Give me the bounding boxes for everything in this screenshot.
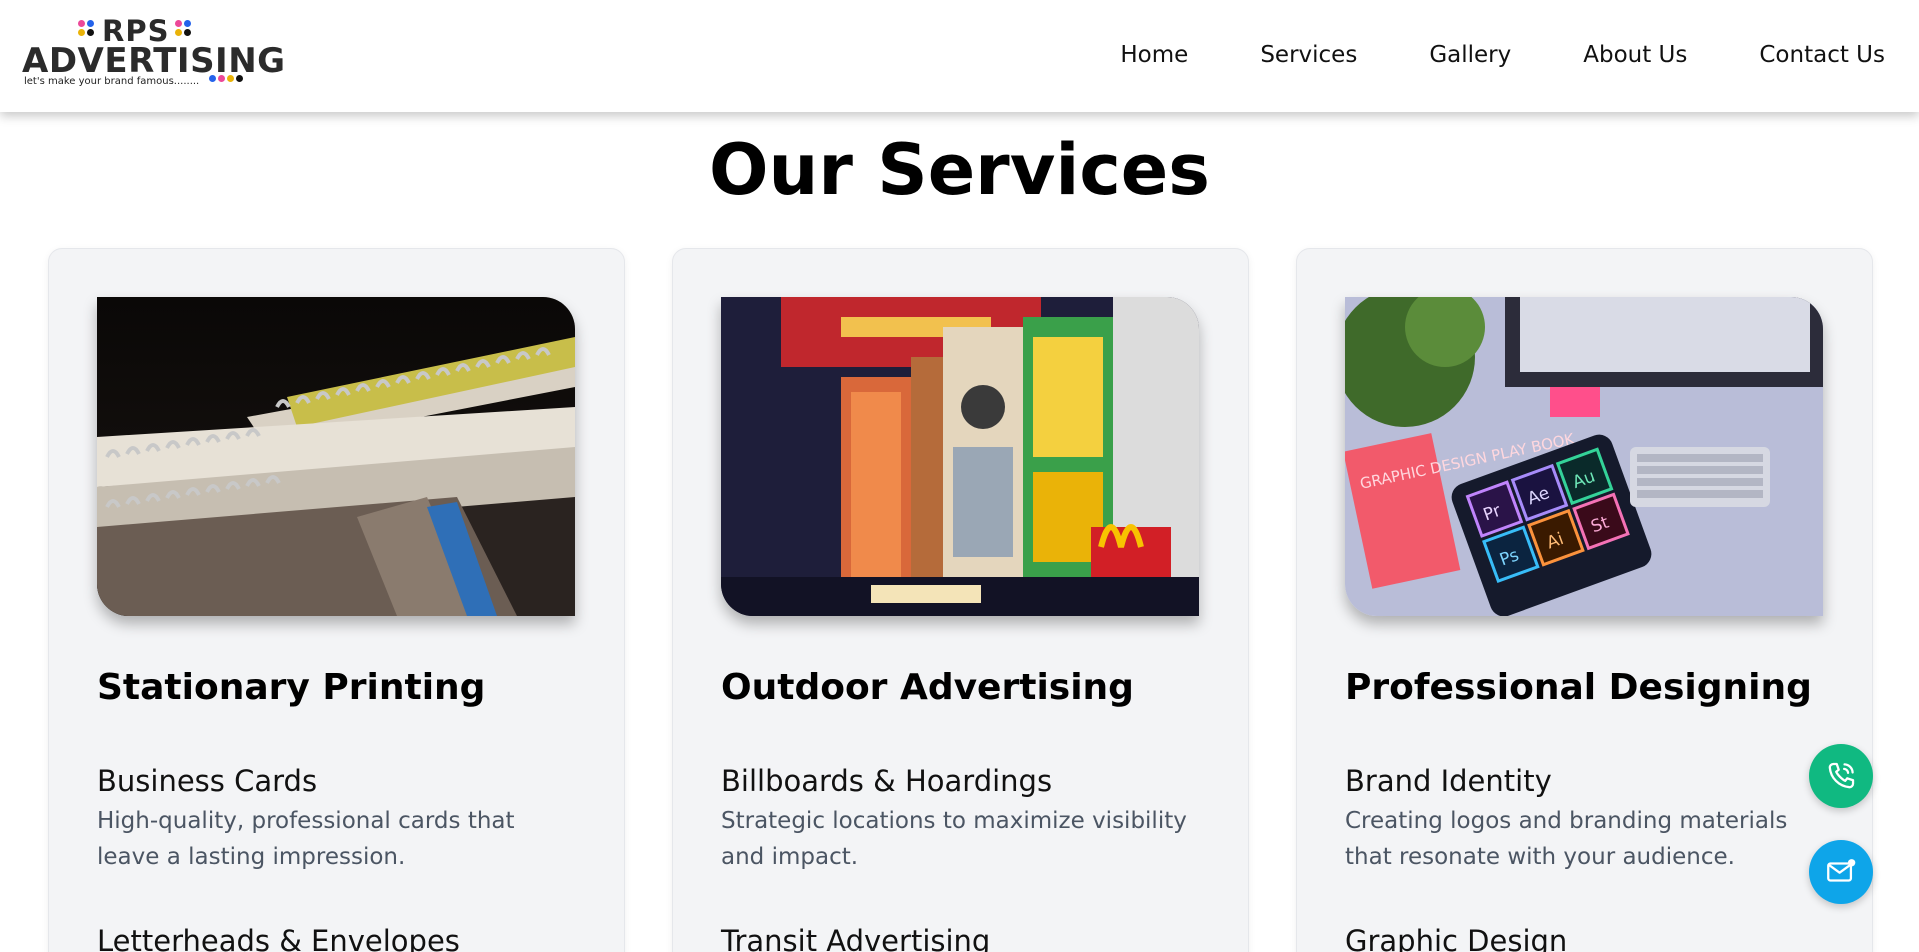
service-item-desc: Creating logos and branding materials th… [1345, 808, 1788, 870]
phone-icon [1828, 762, 1855, 789]
service-card-title: Outdoor Advertising [721, 667, 1134, 708]
service-item-desc: High-quality, professional cards that le… [97, 808, 515, 870]
service-item-title: Billboards & Hoardings [721, 764, 1053, 798]
mail-icon [1827, 859, 1856, 882]
brand-logo[interactable]: RPS ADVERTISING let's make your brand fa… [22, 16, 285, 90]
logo-dot [78, 29, 85, 36]
service-item-title: Graphic Design [1345, 924, 1568, 952]
service-card-designing: GRAPHIC DESIGN PLAY BOOK Pr Ae Au Ps Ai … [1296, 248, 1873, 952]
nav-services[interactable]: Services [1260, 40, 1357, 70]
main-nav: Home Services Gallery About Us Contact U… [1048, 40, 1885, 70]
page-title: Our Services [709, 129, 1210, 211]
logo-dot [184, 20, 191, 27]
service-item-desc: Strategic locations to maximize visibili… [721, 808, 1187, 870]
call-button[interactable] [1809, 744, 1873, 808]
service-image-notebooks [97, 297, 575, 616]
logo-dot [175, 29, 182, 36]
service-card-stationary: Stationary Printing Business Cards High-… [48, 248, 625, 952]
nav-contact-us[interactable]: Contact Us [1759, 40, 1885, 70]
service-item-title: Business Cards [97, 764, 318, 798]
logo-dot [175, 20, 182, 27]
service-card-title: Stationary Printing [97, 667, 486, 708]
logo-tagline: let's make your brand famous........ [24, 76, 200, 87]
logo-dot [87, 29, 94, 36]
nav-gallery[interactable]: Gallery [1429, 40, 1511, 70]
service-item-title: Letterheads & Envelopes [97, 924, 460, 952]
email-button[interactable] [1809, 840, 1873, 904]
service-image-design-desk: GRAPHIC DESIGN PLAY BOOK Pr Ae Au Ps Ai … [1345, 297, 1823, 616]
logo-dot [184, 29, 191, 36]
nav-home[interactable]: Home [1120, 40, 1188, 70]
service-card-outdoor: Outdoor Advertising Billboards & Hoardin… [672, 248, 1249, 952]
service-image-billboards [721, 297, 1199, 616]
logo-name-main: ADVERTISING [22, 41, 286, 81]
service-card-title: Professional Designing [1345, 667, 1812, 708]
site-header: RPS ADVERTISING let's make your brand fa… [0, 0, 1919, 112]
logo-dot [78, 20, 85, 27]
service-item-title: Brand Identity [1345, 764, 1552, 798]
logo-dot [87, 20, 94, 27]
service-item-title: Transit Advertising [721, 924, 991, 952]
nav-about-us[interactable]: About Us [1583, 40, 1687, 70]
